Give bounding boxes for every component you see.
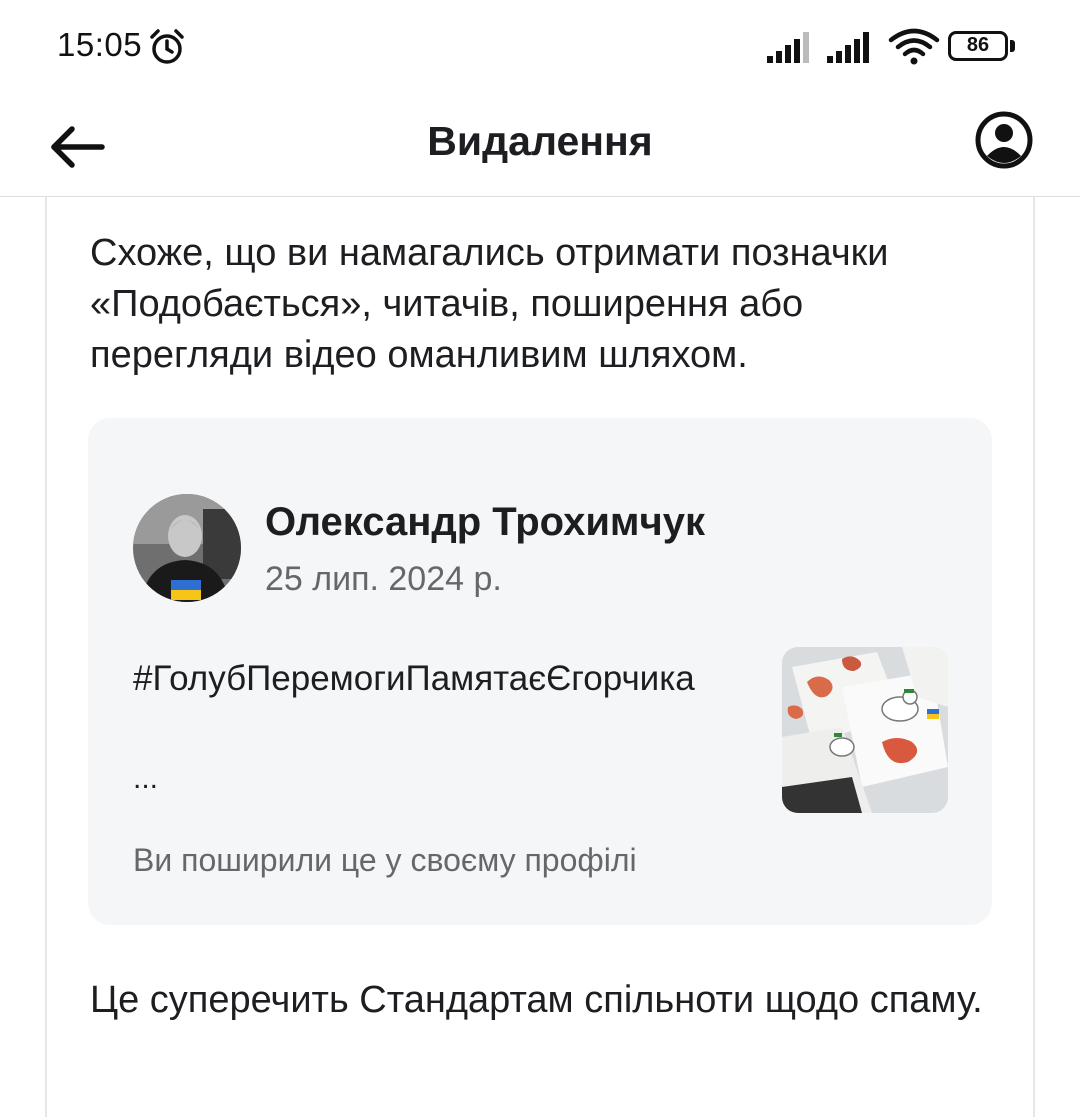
battery-icon: 86: [948, 31, 1008, 61]
wifi-icon: [888, 28, 940, 65]
status-bar: 15:05 86: [0, 0, 1080, 96]
signal-icon: [767, 32, 809, 63]
top-app-bar: Видалення: [0, 96, 1080, 197]
author-avatar: [133, 494, 241, 602]
post-author: Олександр Трохимчук: [265, 500, 705, 544]
post-text: #ГолубПеремогиПамятаєЄгорчика: [133, 659, 695, 698]
battery-level: 86: [966, 34, 990, 56]
battery-tip: [1010, 40, 1015, 52]
post-ellipsis: ...: [133, 762, 159, 795]
status-time: 15:05: [57, 26, 143, 63]
signal-icon: [827, 32, 869, 63]
post-thumbnail[interactable]: [782, 647, 948, 813]
violation-text: Це суперечить Стандартам спільноти щодо …: [90, 979, 983, 1021]
post-date: 25 лип. 2024 р.: [265, 560, 502, 598]
account-circle-icon[interactable]: [972, 108, 1036, 172]
alarm-icon: [150, 29, 184, 64]
share-note: Ви поширили це у своєму профілі: [133, 842, 637, 878]
page-title: Видалення: [427, 118, 653, 164]
intro-text: Схоже, що ви намагались отримати позначк…: [90, 232, 889, 376]
